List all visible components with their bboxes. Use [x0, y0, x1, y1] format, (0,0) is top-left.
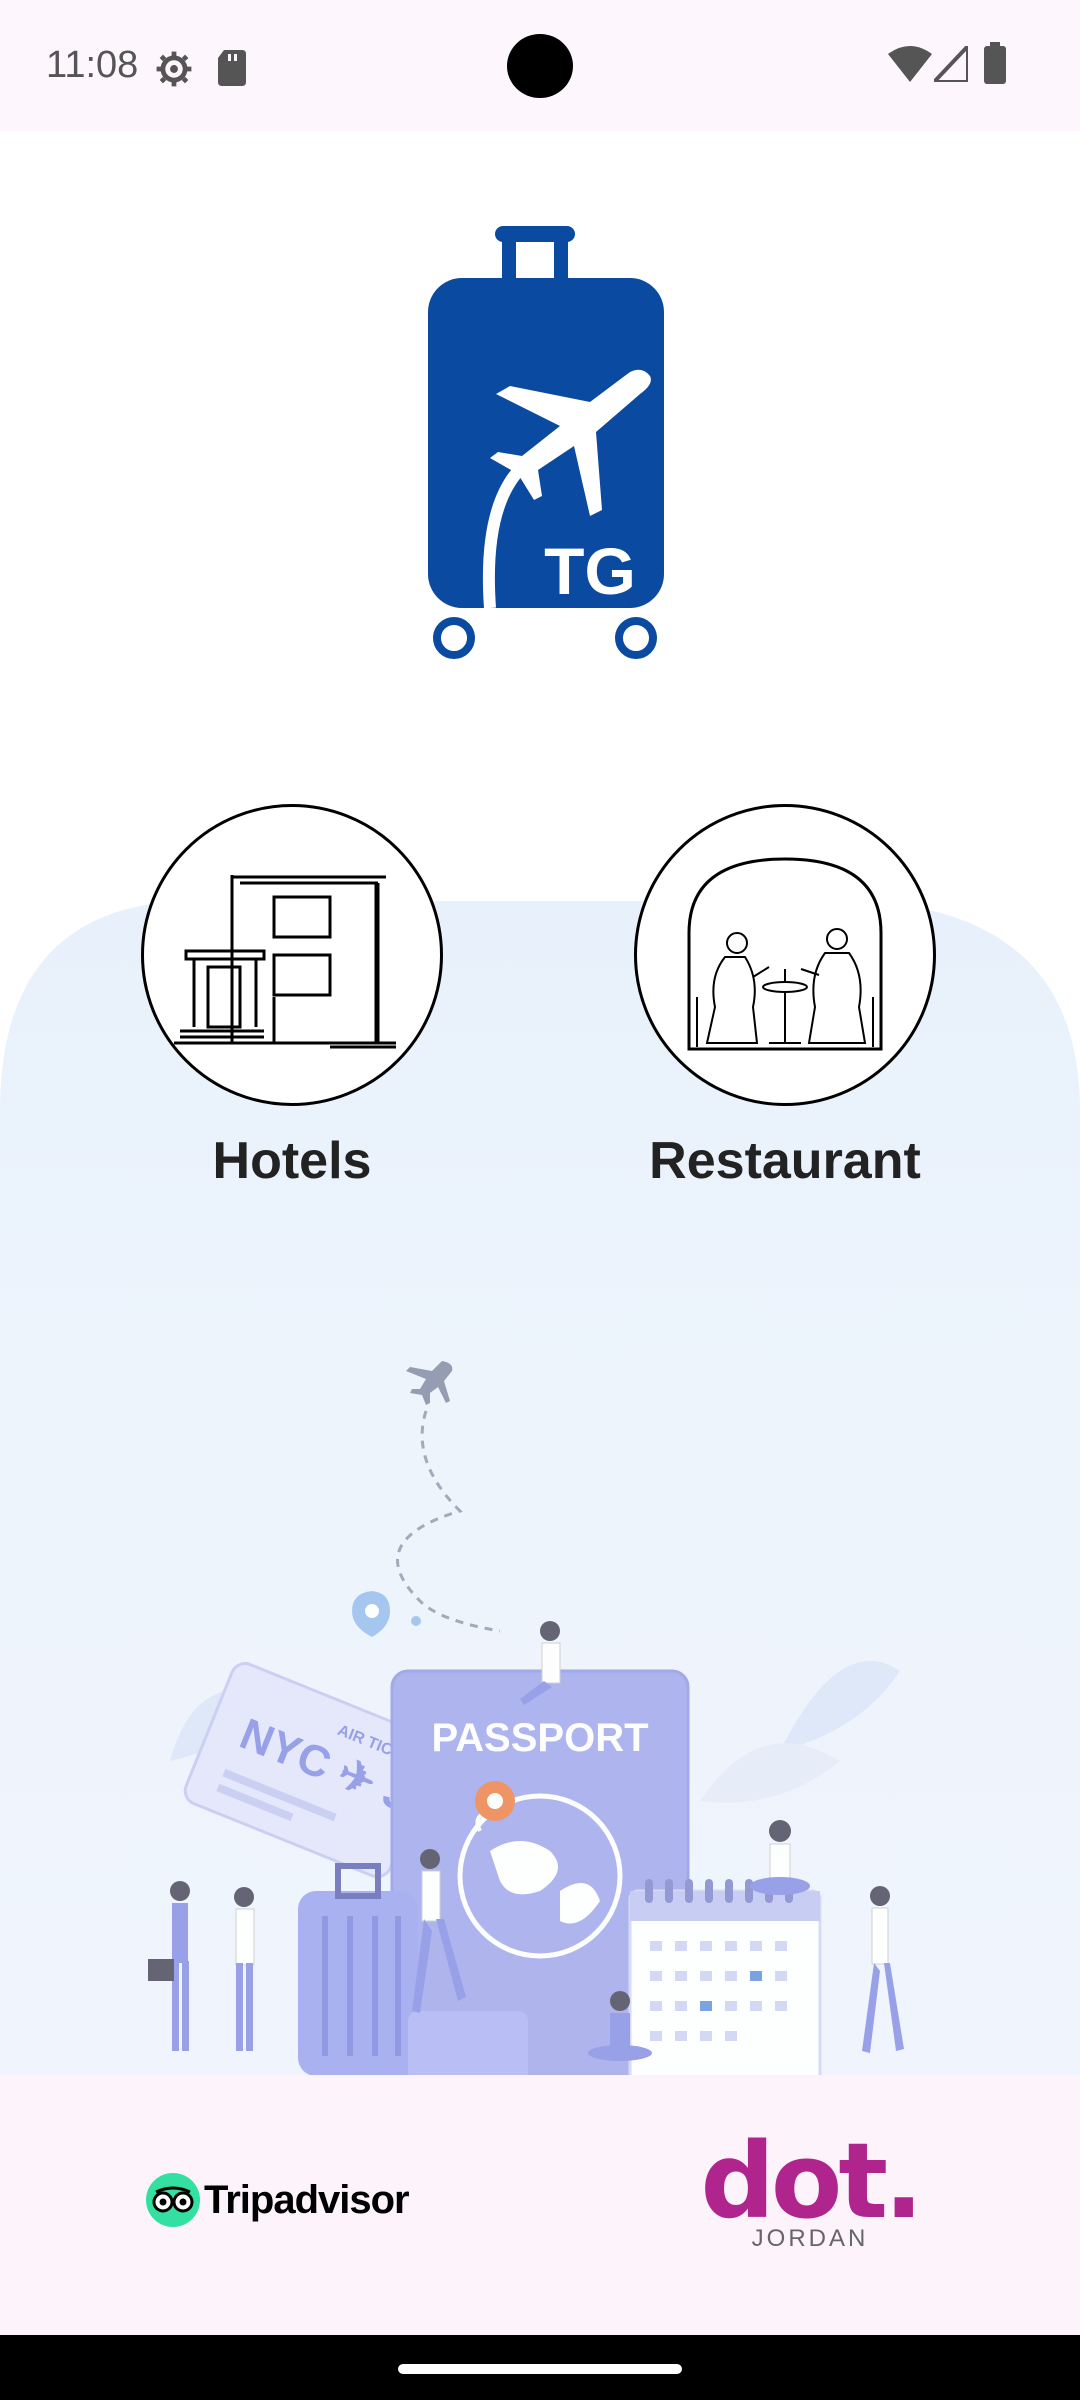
home-gesture-handle[interactable]: [398, 2364, 682, 2374]
app-logo: TG: [428, 226, 664, 659]
logo-text: TG: [544, 534, 636, 608]
signal-icon: [934, 46, 968, 82]
hotels-button[interactable]: [141, 804, 443, 1106]
tripadvisor-owl-icon: [146, 2173, 200, 2227]
travel-illustration: NYC ✈ JP AIR TICKET PASSPORT: [148, 1361, 904, 2075]
tripadvisor-logo[interactable]: Tripadvisor: [146, 2170, 410, 2230]
passport-text: PASSPORT: [431, 1716, 648, 1760]
tripadvisor-text: Tripadvisor: [204, 2177, 410, 2222]
hotel-building-icon: [174, 875, 396, 1049]
restaurant-button[interactable]: [634, 804, 936, 1106]
sd-card-icon: [218, 50, 246, 86]
battery-icon: [984, 42, 1006, 84]
restaurant-dining-icon: [687, 857, 883, 1051]
restaurant-label[interactable]: Restaurant: [585, 1131, 985, 1191]
camera-cutout: [507, 34, 573, 98]
main-content: TG Hotels Restaurant NYC ✈ JP AIR TICKET…: [0, 131, 1080, 2075]
settings-icon: [156, 51, 192, 87]
hotels-label[interactable]: Hotels: [92, 1131, 492, 1191]
dot-logo-text: dot.: [700, 2120, 923, 2242]
status-bar: 11:08: [0, 0, 1080, 131]
dot-jordan-logo[interactable]: dot. JORDAN: [700, 2120, 923, 2253]
footer: Tripadvisor dot. JORDAN: [0, 2075, 1080, 2335]
wifi-icon: [888, 46, 932, 82]
status-time: 11:08: [46, 44, 139, 86]
